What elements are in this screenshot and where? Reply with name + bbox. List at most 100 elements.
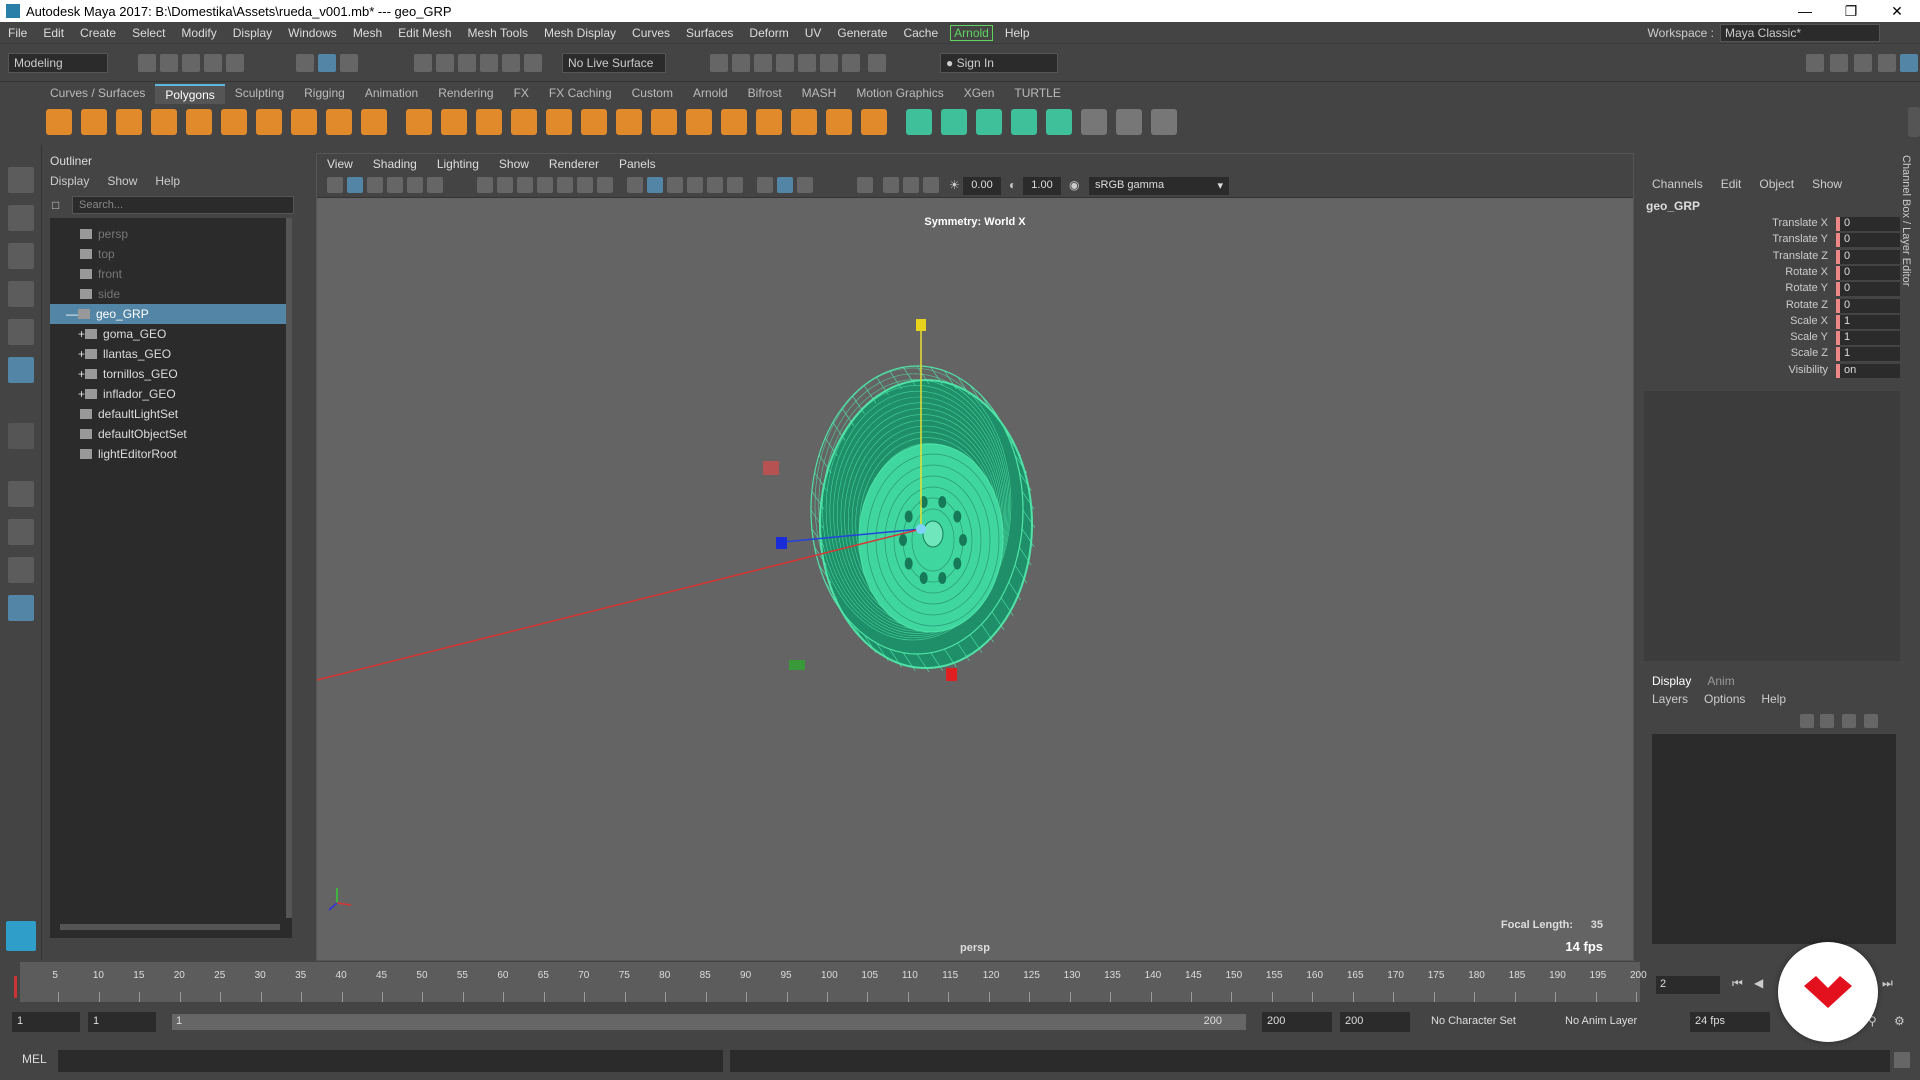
shelf-tab-custom[interactable]: Custom <box>622 84 683 104</box>
viewport-menu-shading[interactable]: Shading <box>363 157 427 171</box>
menu-uv[interactable]: UV <box>797 26 830 40</box>
menu-mesh-tools[interactable]: Mesh Tools <box>460 26 536 40</box>
poly-cylinder-icon[interactable] <box>116 109 142 135</box>
script-editor-icon[interactable] <box>1894 1052 1910 1068</box>
menu-mesh-display[interactable]: Mesh Display <box>536 26 624 40</box>
snap-point-icon[interactable] <box>458 54 476 72</box>
save-scene-icon[interactable] <box>182 54 200 72</box>
channel-attr-row[interactable]: Translate Y 0 <box>1644 233 1900 249</box>
viewport-menu-renderer[interactable]: Renderer <box>539 157 609 171</box>
menu-windows[interactable]: Windows <box>280 26 345 40</box>
viewport-menu-show[interactable]: Show <box>489 157 539 171</box>
resolution-gate-icon[interactable] <box>517 177 533 193</box>
go-to-end-icon[interactable]: ⏭ <box>1882 976 1893 991</box>
channel-attr-row[interactable]: Translate X 0 <box>1644 217 1900 233</box>
safe-title-icon[interactable] <box>597 177 613 193</box>
attribute-editor-icon[interactable] <box>1830 54 1848 72</box>
wireframe-icon[interactable] <box>627 177 643 193</box>
channel-edit-menu[interactable]: Edit <box>1721 177 1742 191</box>
channel-attr-value[interactable]: 0 <box>1836 282 1900 297</box>
outliner-row-default-object-set[interactable]: defaultObjectSet <box>50 424 292 444</box>
outliner-row-goma-geo[interactable]: + goma_GEO <box>50 324 292 344</box>
step-back-icon[interactable]: ◀ <box>1754 976 1763 990</box>
channel-attr-row[interactable]: Scale Y 1 <box>1644 331 1900 347</box>
shelf-tab-mash[interactable]: MASH <box>792 84 847 104</box>
channel-attr-row[interactable]: Scale X 1 <box>1644 314 1900 331</box>
two-d-pan-zoom-icon[interactable] <box>407 177 423 193</box>
shelf-tab-rigging[interactable]: Rigging <box>294 84 355 104</box>
wheel-mesh[interactable] <box>810 365 1036 673</box>
camera-attributes-icon[interactable] <box>347 177 363 193</box>
multi-cut-icon[interactable] <box>686 109 712 135</box>
poly-torus-icon[interactable] <box>221 109 247 135</box>
shadows-icon[interactable] <box>727 177 743 193</box>
channel-attr-value[interactable]: 0 <box>1836 298 1900 313</box>
playback-end-field[interactable]: 200 <box>1262 1012 1332 1032</box>
xray-active-icon[interactable] <box>903 177 919 193</box>
automatic-uv-icon[interactable] <box>1011 109 1037 135</box>
bookmarks-icon[interactable] <box>367 177 383 193</box>
shelf-tab-rendering[interactable]: Rendering <box>428 84 503 104</box>
layout-four-icon[interactable] <box>8 519 34 545</box>
maximize-button[interactable]: ❐ <box>1828 3 1874 20</box>
scene-end-field[interactable]: 200 <box>1340 1012 1410 1032</box>
fill-hole-icon[interactable] <box>791 109 817 135</box>
bevel-icon[interactable] <box>616 109 642 135</box>
shelf-tab-arnold[interactable]: Arnold <box>683 84 738 104</box>
antialiasing-icon[interactable] <box>797 177 813 193</box>
shelf-tab-sculpting[interactable]: Sculpting <box>225 84 294 104</box>
menu-generate[interactable]: Generate <box>829 26 895 40</box>
last-tool-icon[interactable] <box>8 423 34 449</box>
render-settings-icon[interactable] <box>710 54 728 72</box>
wireframe-on-shaded-icon[interactable] <box>667 177 683 193</box>
outliner-row-persp[interactable]: persp <box>50 224 292 244</box>
layer-tab-display[interactable]: Display <box>1652 674 1691 688</box>
expand-icon[interactable]: + <box>78 327 85 341</box>
close-button[interactable]: ✕ <box>1874 3 1920 20</box>
menu-help[interactable]: Help <box>997 26 1038 40</box>
arnold-render-view-icon[interactable] <box>820 54 838 72</box>
character-set-dropdown[interactable]: No Character Set <box>1426 1012 1552 1032</box>
render-frame-icon[interactable] <box>754 54 772 72</box>
snap-live-icon[interactable] <box>502 54 520 72</box>
shelf-tab-polygons[interactable]: Polygons <box>155 84 225 104</box>
playback-icon[interactable] <box>868 54 886 72</box>
shelf-tab-curves-surfaces[interactable]: Curves / Surfaces <box>40 84 155 104</box>
gamma-field[interactable]: 1.00 <box>1023 177 1061 195</box>
playback-start-field[interactable]: 1 <box>88 1012 156 1032</box>
channel-attr-value[interactable]: 1 <box>1836 331 1900 346</box>
new-scene-icon[interactable] <box>138 54 156 72</box>
uv-editor-icon[interactable] <box>1046 109 1072 135</box>
menu-display[interactable]: Display <box>225 26 280 40</box>
expand-icon[interactable]: + <box>78 347 85 361</box>
workspace-dropdown[interactable]: Maya Classic* <box>1720 24 1880 42</box>
command-input[interactable] <box>58 1050 723 1072</box>
image-plane-icon[interactable] <box>387 177 403 193</box>
outliner-vertical-scrollbar[interactable] <box>286 218 292 918</box>
poly-cone-icon[interactable] <box>151 109 177 135</box>
xray-icon[interactable] <box>777 177 793 193</box>
channel-attr-value[interactable]: 0 <box>1836 233 1900 248</box>
mirror-icon[interactable] <box>476 109 502 135</box>
exposure-field[interactable]: 0.00 <box>963 177 1001 195</box>
expand-icon[interactable]: + <box>78 367 85 381</box>
viewport-menu-view[interactable]: View <box>317 157 363 171</box>
channel-box-layer-editor-tab[interactable]: Channel Box / Layer Editor <box>1900 155 1912 286</box>
safe-action-icon[interactable] <box>577 177 593 193</box>
xray-joints-icon[interactable] <box>883 177 899 193</box>
outliner-filter-icon[interactable]: □ <box>52 198 59 212</box>
select-component-icon[interactable] <box>340 54 358 72</box>
menu-mesh[interactable]: Mesh <box>345 26 390 40</box>
viewport-menu-lighting[interactable]: Lighting <box>427 157 489 171</box>
range-bar[interactable]: 1 200 <box>172 1014 1246 1030</box>
shelf-tab-fx[interactable]: FX <box>504 84 539 104</box>
channel-attr-row[interactable]: Rotate X 0 <box>1644 265 1900 282</box>
layout-outliner-icon[interactable] <box>8 595 34 621</box>
mode-dropdown[interactable]: Modeling <box>8 53 108 73</box>
shelf-tab-motion-graphics[interactable]: Motion Graphics <box>846 84 953 104</box>
channel-attr-value[interactable]: 1 <box>1836 347 1900 362</box>
new-layer-selected-icon[interactable] <box>1864 714 1878 728</box>
menu-cache[interactable]: Cache <box>895 26 946 40</box>
ipr-render-icon[interactable] <box>776 54 794 72</box>
select-tool-icon[interactable] <box>8 167 34 193</box>
